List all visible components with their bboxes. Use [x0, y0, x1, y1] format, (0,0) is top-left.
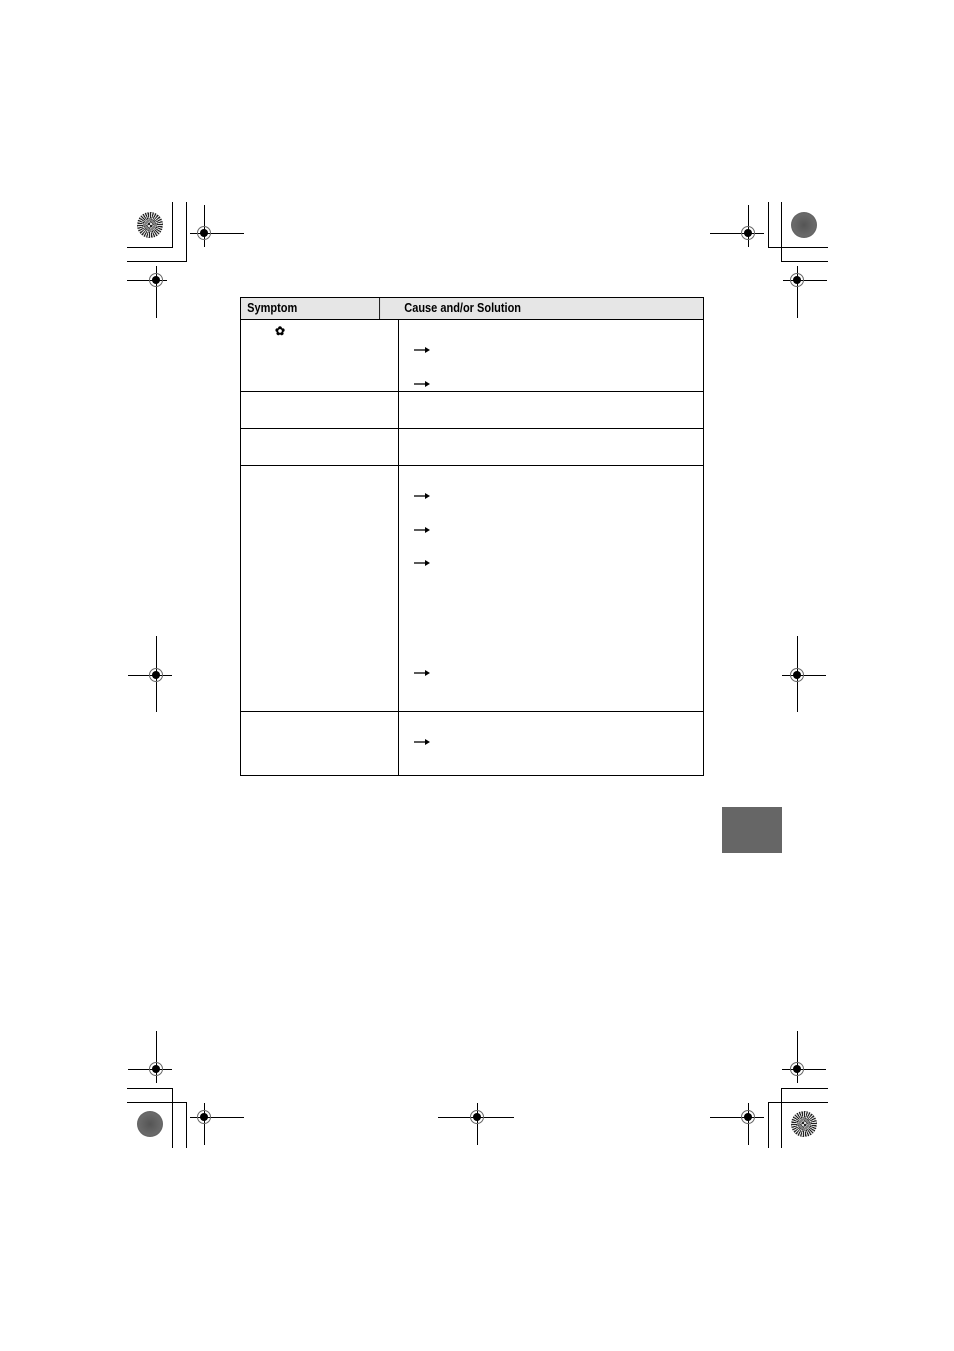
arrow-right-icon	[414, 376, 430, 387]
solution-cell	[399, 429, 703, 465]
table-header-row: Symptom Cause and/or Solution	[241, 298, 703, 319]
crop-line	[768, 1102, 828, 1103]
crop-line	[768, 1102, 769, 1148]
symptom-cell	[241, 712, 399, 775]
registration-disc-icon	[137, 212, 163, 238]
macro-flower-icon: ✿	[275, 324, 286, 338]
symptom-cell	[241, 392, 399, 428]
symptom-cell	[241, 466, 399, 711]
crop-line	[172, 1088, 173, 1148]
solution-cell	[399, 466, 703, 711]
registration-target-icon	[197, 226, 211, 240]
solution-cell	[399, 320, 703, 391]
crop-line	[768, 202, 769, 247]
crop-line	[127, 247, 173, 248]
symptom-cell	[241, 429, 399, 465]
registration-disc-icon	[791, 1111, 817, 1137]
crop-line	[781, 1088, 828, 1089]
registration-target-icon	[149, 1062, 163, 1076]
registration-target-icon	[149, 273, 163, 287]
registration-target-icon	[741, 1110, 755, 1124]
crop-line	[782, 1069, 826, 1070]
registration-target-icon	[741, 226, 755, 240]
crop-line	[186, 202, 187, 261]
arrow-right-icon	[414, 522, 430, 533]
arrow-right-icon	[414, 488, 430, 499]
crop-line	[768, 247, 828, 248]
crop-line	[186, 1102, 187, 1148]
arrow-right-icon	[414, 555, 430, 566]
registration-target-icon	[149, 668, 163, 682]
solution-cell	[399, 392, 703, 428]
registration-disc-icon	[791, 212, 817, 238]
crop-line	[781, 261, 828, 262]
symptom-cell: ✿	[241, 320, 399, 391]
header-symptom: Symptom	[241, 298, 381, 319]
registration-target-icon	[790, 273, 804, 287]
crop-line	[127, 1088, 173, 1089]
crop-line	[781, 1088, 782, 1148]
crop-line	[710, 1117, 764, 1118]
crop-line	[710, 233, 764, 234]
arrow-right-icon	[414, 734, 430, 745]
arrow-right-icon	[414, 342, 430, 353]
registration-target-icon	[790, 668, 804, 682]
troubleshooting-table: Symptom Cause and/or Solution ✿	[240, 297, 704, 776]
table-row: ✿	[241, 319, 703, 391]
crop-line	[127, 261, 187, 262]
section-tab-marker	[722, 807, 782, 853]
registration-target-icon	[470, 1110, 484, 1124]
solution-cell	[399, 712, 703, 775]
registration-target-icon	[790, 1062, 804, 1076]
table-row	[241, 391, 703, 428]
registration-target-icon	[197, 1110, 211, 1124]
table-row	[241, 465, 703, 711]
crop-line	[127, 1102, 187, 1103]
table-row	[241, 428, 703, 465]
table-row	[241, 711, 703, 775]
crop-line	[172, 202, 173, 247]
crop-line	[781, 202, 782, 261]
header-cause-solution: Cause and/or Solution	[404, 301, 522, 315]
registration-disc-icon	[137, 1111, 163, 1137]
crop-line	[782, 675, 826, 676]
arrow-right-icon	[414, 665, 430, 676]
